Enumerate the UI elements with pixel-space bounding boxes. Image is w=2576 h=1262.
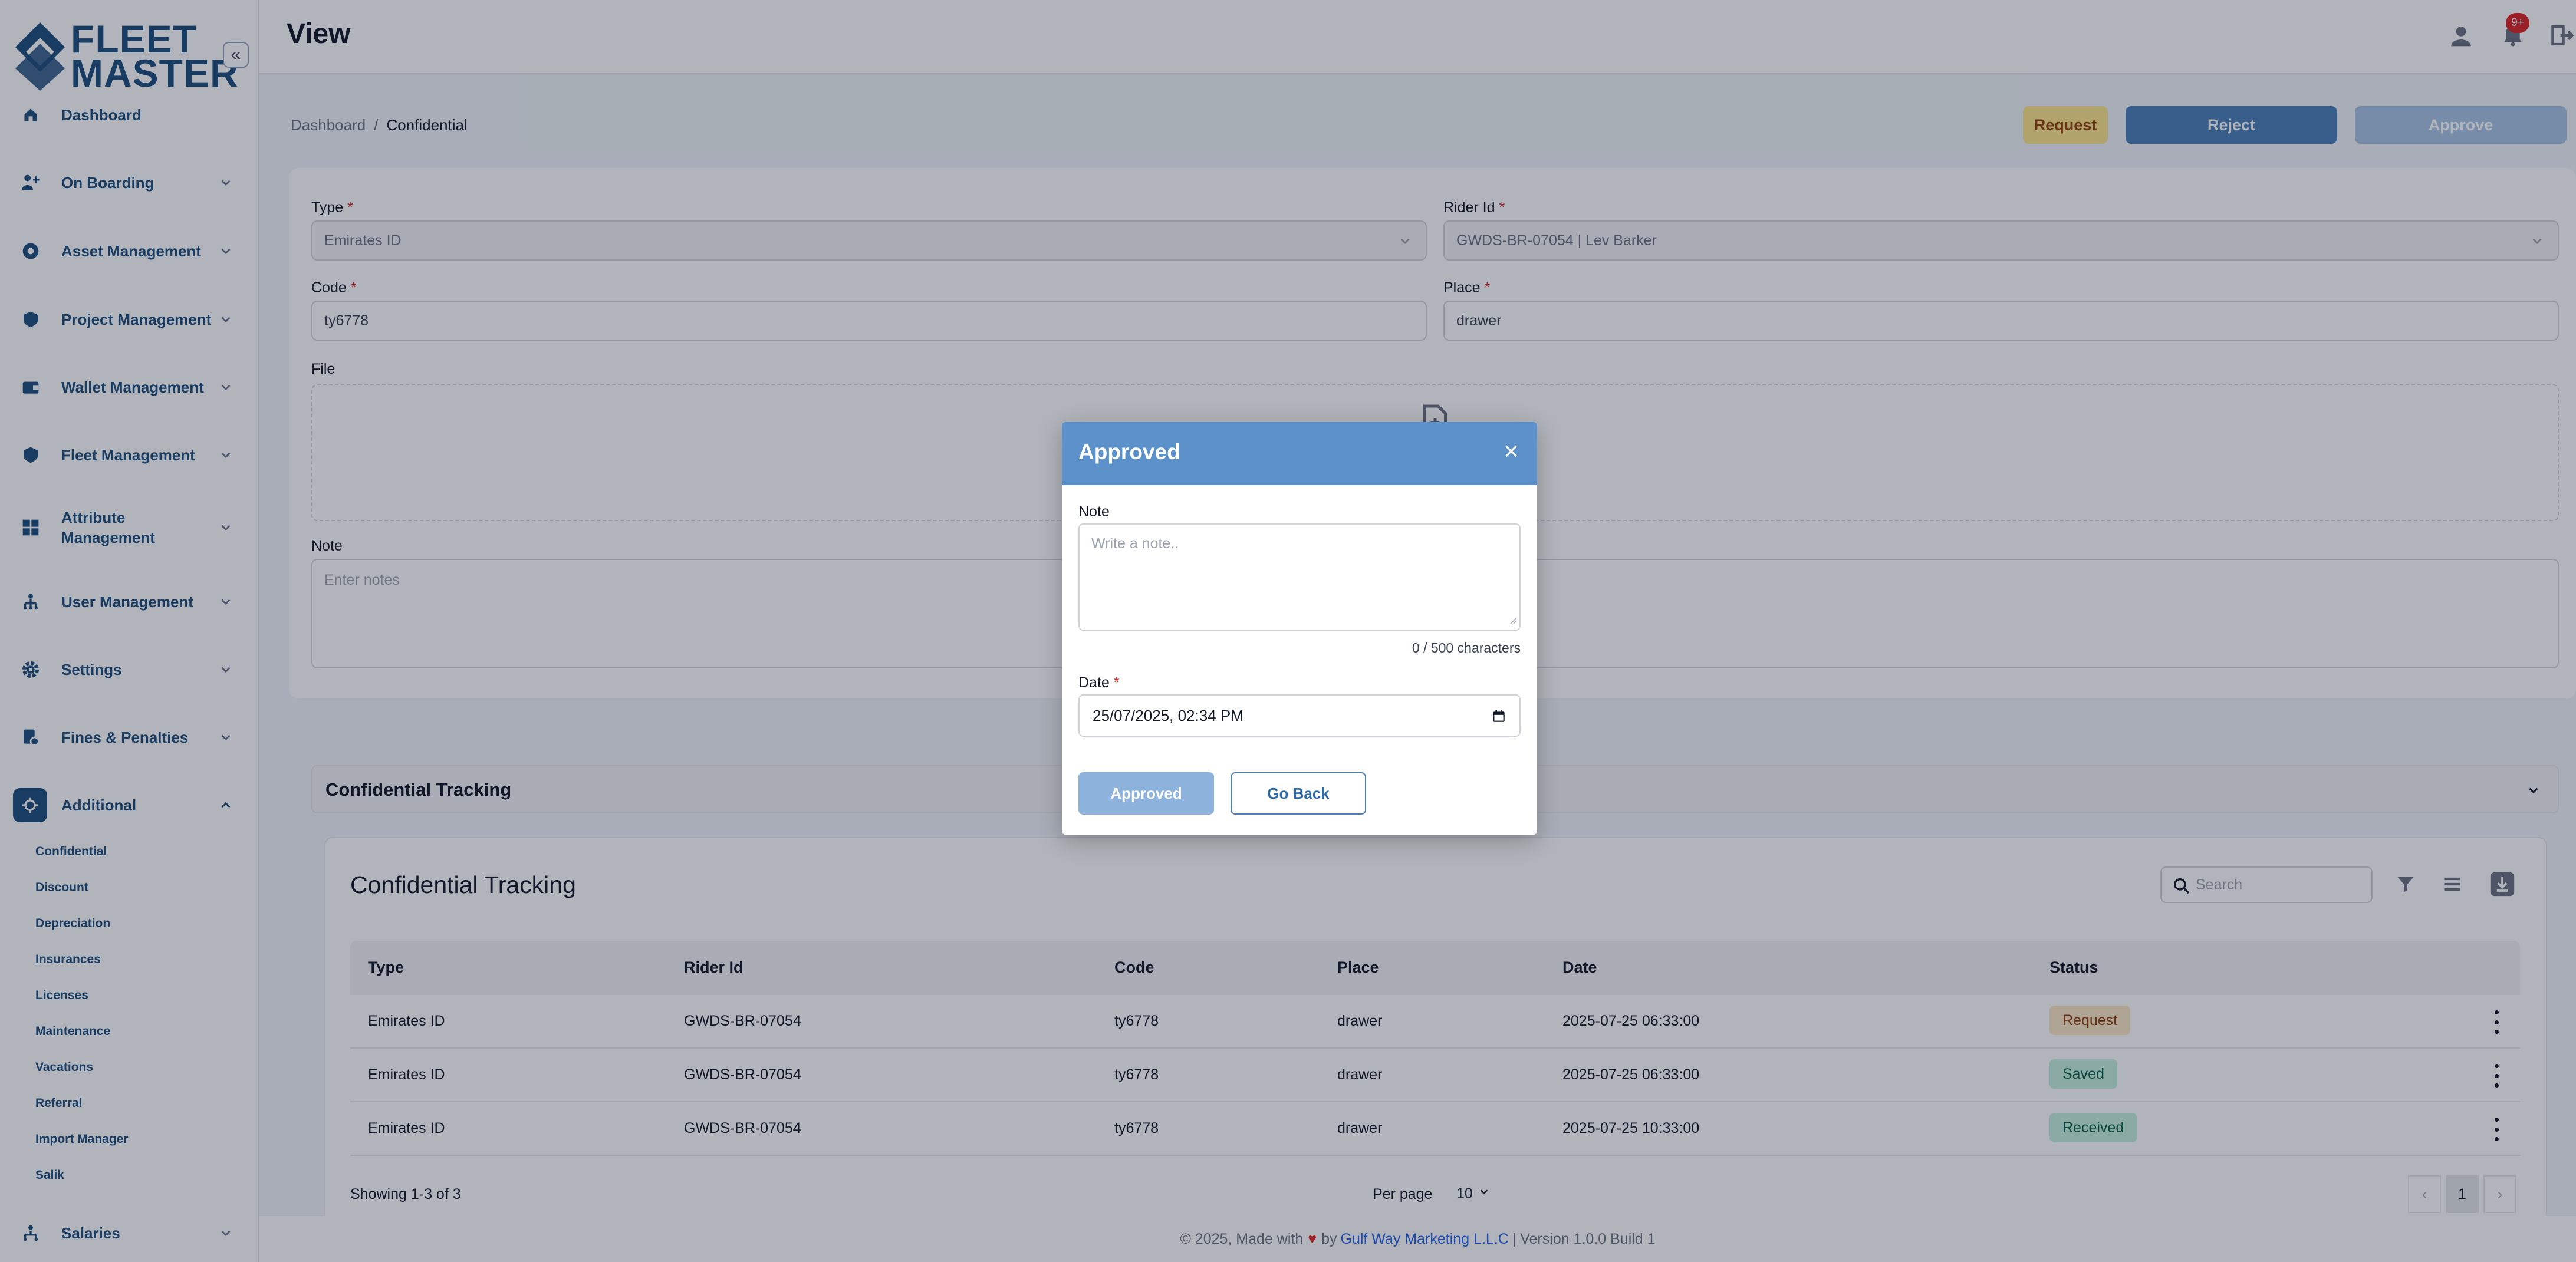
required-mark: * bbox=[1113, 674, 1120, 691]
dialog-date-input[interactable]: 25/07/2025, 02:34 PM bbox=[1078, 694, 1521, 737]
dialog-char-count: 0 / 500 characters bbox=[1412, 640, 1521, 655]
dialog-title: Approved bbox=[1078, 440, 1180, 464]
close-icon[interactable]: × bbox=[1499, 439, 1523, 464]
dialog-date-label: Date * bbox=[1078, 674, 1120, 691]
dialog-note-placeholder: Write a note.. bbox=[1091, 535, 1179, 552]
dialog-date-label-text: Date bbox=[1078, 674, 1110, 691]
dialog-note-label: Note bbox=[1078, 503, 1110, 520]
resize-handle-icon[interactable] bbox=[1508, 611, 1517, 628]
dialog-date-value: 25/07/2025, 02:34 PM bbox=[1093, 706, 1243, 724]
dialog-go-back-button[interactable]: Go Back bbox=[1231, 772, 1366, 815]
approved-dialog: Approved × Note Write a note.. 0 / 500 c… bbox=[1062, 422, 1537, 835]
dialog-approved-button[interactable]: Approved bbox=[1078, 772, 1214, 815]
calendar-icon[interactable] bbox=[1491, 709, 1506, 724]
app-root: FLEET MASTER « Dashboard On Boarding Ass… bbox=[0, 0, 2576, 1262]
dialog-header: Approved × bbox=[1062, 422, 1537, 485]
dialog-note-textarea[interactable]: Write a note.. bbox=[1078, 523, 1521, 631]
